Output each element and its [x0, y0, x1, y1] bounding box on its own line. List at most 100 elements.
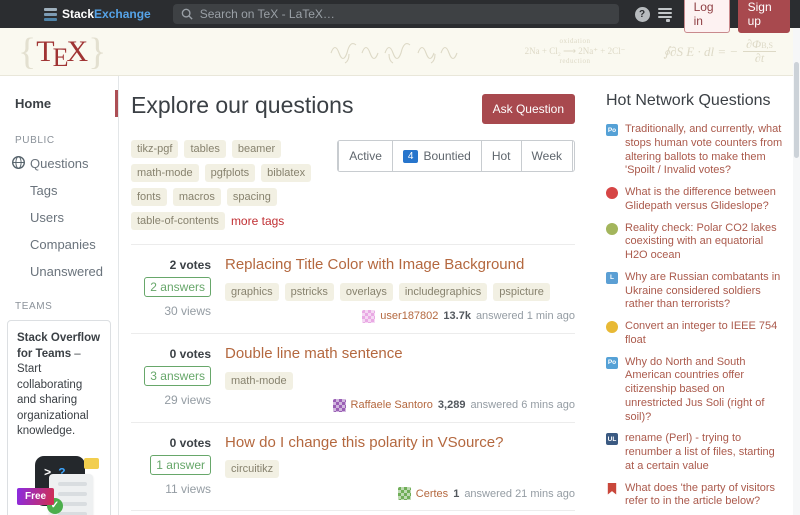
question-row: 0 votes 0 answers 24 views Absence of ar…: [131, 510, 575, 515]
avatar[interactable]: [398, 487, 411, 500]
tex-site-logo[interactable]: { T E X }: [18, 32, 106, 72]
teams-promo-text: Stack Overflow for Teams – Start collabo…: [17, 331, 101, 440]
hot-question-item[interactable]: UL rename (Perl) - trying to renumber a …: [606, 432, 784, 473]
tag-filter[interactable]: spacing: [227, 188, 277, 206]
hot-question-link: Why are Russian combatants in Ukraine co…: [625, 271, 784, 312]
tag[interactable]: graphics: [225, 283, 279, 301]
filter-tab-label: Bountied: [423, 149, 470, 163]
question-attribution: Raffaele Santoro 3,289 answered 6 mins a…: [333, 399, 575, 412]
sidebar-item-home[interactable]: Home: [0, 88, 118, 119]
search-input[interactable]: [200, 7, 611, 21]
sidebar-item-label: Tags: [30, 183, 57, 198]
help-icon[interactable]: ?: [635, 7, 650, 22]
chemistry-equation-decoration: oxidation 2Na + Cl₂ ⟶ 2Na⁺ + 2Cl⁻ reduct…: [525, 37, 626, 66]
left-navigation: Home PUBLIC Questions Tags Users: [0, 76, 119, 515]
tag[interactable]: overlays: [340, 283, 393, 301]
tag[interactable]: pspicture: [493, 283, 550, 301]
banner-decorations: oxidation 2Na + Cl₂ ⟶ 2Na⁺ + 2Cl⁻ reduct…: [327, 37, 776, 66]
hot-question-list: Po Traditionally, and currently, what st…: [606, 123, 784, 515]
question-title-link[interactable]: How do I change this polarity in VSource…: [225, 434, 575, 453]
tag-filter[interactable]: macros: [173, 188, 221, 206]
hot-question-item[interactable]: Reality check: Polar CO2 lakes coexistin…: [606, 222, 784, 263]
answer-count: 1 answer: [150, 455, 211, 475]
tag[interactable]: includegraphics: [399, 283, 487, 301]
filter-tab-label: Hot: [492, 149, 511, 163]
filter-tab[interactable]: Week: [521, 141, 572, 171]
tag-filter[interactable]: tikz-pgf: [131, 140, 178, 158]
filter-tab[interactable]: Month: [572, 141, 575, 171]
main-content: Explore our questions Ask Question tikz-…: [119, 76, 590, 515]
user-link[interactable]: Raffaele Santoro: [351, 399, 433, 411]
sidebar-item-label: Questions: [30, 156, 89, 171]
hot-question-link: Why do North and South American countrie…: [625, 356, 784, 425]
page-body: Home PUBLIC Questions Tags Users: [0, 76, 800, 515]
ask-question-button[interactable]: Ask Question: [482, 94, 575, 124]
tag-filter[interactable]: tables: [184, 140, 225, 158]
tag-filter[interactable]: fonts: [131, 188, 167, 206]
tengwar-script-decoration: [327, 39, 487, 65]
scrollbar-thumb[interactable]: [794, 62, 799, 158]
user-reputation: 1: [453, 488, 459, 500]
filter-tab[interactable]: Hot: [481, 141, 521, 171]
tag-filter[interactable]: table-of-contents: [131, 212, 225, 230]
tag-filter[interactable]: beamer: [232, 140, 281, 158]
chat-bubble-icon: [84, 458, 99, 469]
question-attribution: Certes 1 answered 21 mins ago: [398, 487, 575, 500]
stackexchange-logo[interactable]: StackExchange: [44, 7, 151, 21]
sidebar-item[interactable]: Unanswered: [0, 258, 118, 285]
view-count: 29 views: [164, 391, 211, 409]
question-row: 0 votes 1 answer 11 views How do I chang…: [131, 422, 575, 511]
hot-question-item[interactable]: What does 'the party of visitors refer t…: [606, 482, 784, 510]
vote-count: 0 votes: [170, 347, 211, 361]
tag[interactable]: circuitikz: [225, 460, 279, 478]
question-tags: math-mode: [225, 372, 575, 390]
unix-linux-icon: UL: [606, 433, 618, 445]
view-count: 11 views: [165, 480, 211, 498]
sidebar-item-label: Companies: [30, 237, 96, 252]
user-link[interactable]: Certes: [416, 488, 448, 500]
user-reputation: 3,289: [438, 399, 466, 411]
hot-question-link: What is the difference between Glidepath…: [625, 186, 784, 214]
question-title-link[interactable]: Double line math sentence: [225, 345, 575, 364]
activity-meta: answered 1 min ago: [476, 310, 575, 322]
site-banner: { T E X } oxidation 2Na + Cl₂ ⟶ 2Na⁺ + 2…: [0, 28, 800, 76]
sidebar-item[interactable]: Companies: [0, 231, 118, 258]
tag[interactable]: math-mode: [225, 372, 293, 390]
avatar[interactable]: [333, 399, 346, 412]
free-badge: Free: [17, 488, 54, 506]
hot-question-item[interactable]: Po Traditionally, and currently, what st…: [606, 123, 784, 178]
more-tags-link[interactable]: more tags: [231, 214, 284, 228]
login-button[interactable]: Log in: [684, 0, 730, 33]
answer-count: 3 answers: [144, 366, 211, 386]
question-row: 0 votes 3 answers 29 views Double line m…: [131, 333, 575, 422]
activity-meta: answered 6 mins ago: [470, 399, 575, 411]
hot-question-item[interactable]: What is the difference between Glidepath…: [606, 186, 784, 214]
sidebar-item[interactable]: Users: [0, 204, 118, 231]
avatar[interactable]: [362, 310, 375, 323]
teams-promo-card: Stack Overflow for Teams – Start collabo…: [7, 320, 111, 515]
sidebar-item[interactable]: Tags: [0, 177, 118, 204]
law-icon: L: [606, 272, 618, 284]
stackexchange-logo-icon: [44, 8, 57, 21]
tag[interactable]: pstricks: [285, 283, 334, 301]
worldbuilding-icon: [606, 223, 618, 235]
politics-icon: Po: [606, 124, 618, 136]
filter-tab[interactable]: Active: [338, 141, 392, 171]
user-link[interactable]: user187802: [380, 310, 438, 322]
globe-icon: [11, 155, 26, 170]
tag-filter[interactable]: math-mode: [131, 164, 199, 182]
filter-tab[interactable]: 4 Bountied: [392, 141, 481, 171]
signup-button[interactable]: Sign up: [738, 0, 790, 33]
page-scrollbar: [793, 28, 800, 515]
tag-filter[interactable]: pgfplots: [205, 164, 256, 182]
site-switcher-icon[interactable]: [658, 8, 672, 21]
site-search: [173, 4, 619, 24]
sidebar-item[interactable]: Questions: [0, 150, 118, 177]
question-title-link[interactable]: Replacing Title Color with Image Backgro…: [225, 256, 575, 275]
aviation-icon: [606, 187, 618, 199]
hot-question-item[interactable]: Convert an integer to IEEE 754 float: [606, 320, 784, 348]
hot-question-item[interactable]: L Why are Russian combatants in Ukraine …: [606, 271, 784, 312]
hot-question-item[interactable]: Po Why do North and South American count…: [606, 356, 784, 425]
question-stats: 0 votes 1 answer 11 views: [131, 434, 211, 501]
tag-filter[interactable]: biblatex: [261, 164, 311, 182]
